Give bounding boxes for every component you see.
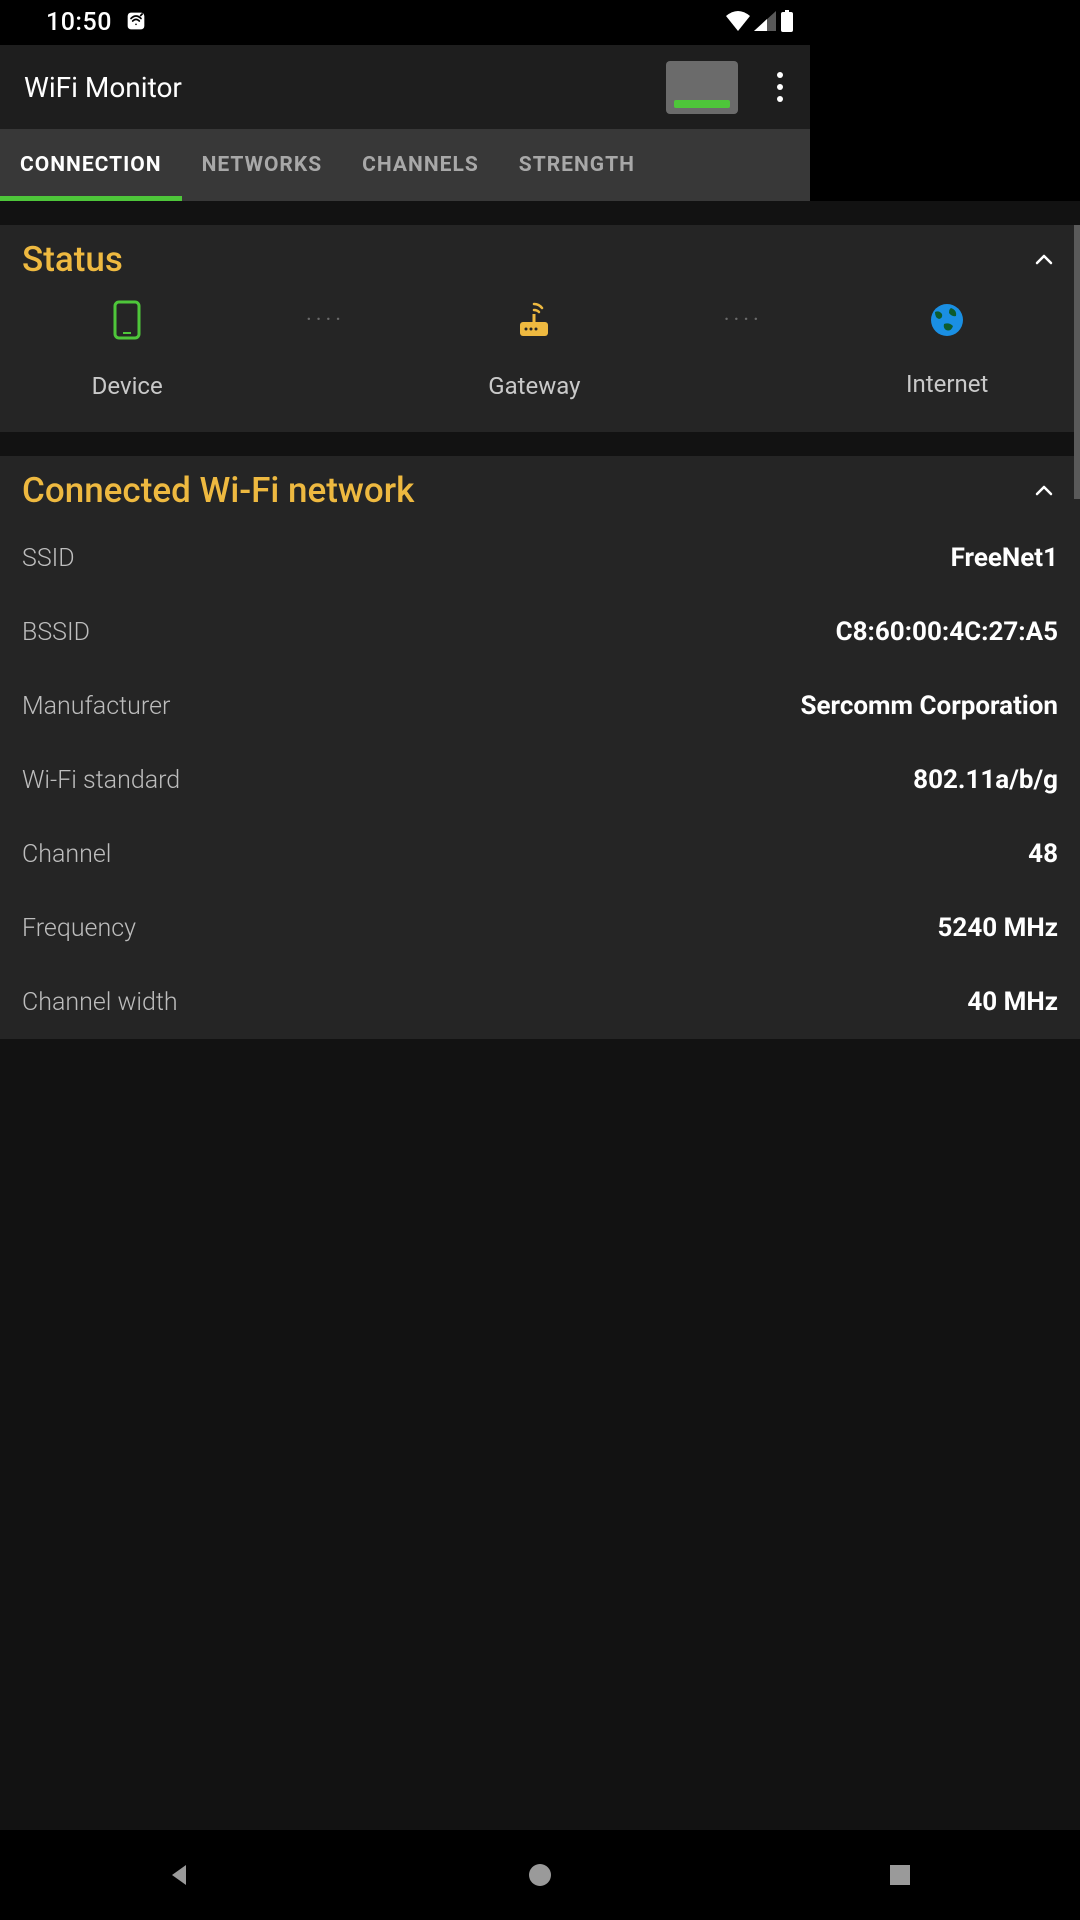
network-card: Connected Wi-Fi network SSIDFreeNet1 BSS…	[0, 456, 1080, 1039]
row-manufacturer[interactable]: ManufacturerSercomm Corporation	[0, 669, 1080, 743]
network-title: Connected Wi-Fi network	[22, 470, 414, 511]
battery-icon	[780, 10, 794, 36]
statusbar-time: 10:50	[46, 8, 112, 37]
globe-icon	[929, 302, 965, 342]
status-card-header[interactable]: Status	[0, 225, 1080, 290]
connector-dots: ····	[724, 308, 763, 333]
content-scroll[interactable]: Status Device ···· Gateway ···· Internet	[0, 201, 1080, 1830]
row-wifi-standard[interactable]: Wi-Fi standard802.11a/b/g	[0, 743, 1080, 817]
tab-strength[interactable]: STRENGTH	[499, 129, 655, 201]
nav-home-button[interactable]	[480, 1845, 600, 1905]
wifi-app-icon	[126, 11, 146, 35]
scrollbar[interactable]	[1074, 225, 1080, 499]
cellular-icon	[754, 11, 776, 35]
status-device: Device	[92, 300, 163, 400]
row-bssid[interactable]: BSSIDC8:60:00:4C:27:A5	[0, 595, 1080, 669]
connector-dots: ····	[306, 308, 345, 333]
nav-recent-button[interactable]	[840, 1845, 960, 1905]
row-ssid[interactable]: SSIDFreeNet1	[0, 521, 1080, 595]
tab-connection[interactable]: CONNECTION	[0, 129, 182, 201]
chevron-up-icon	[1030, 246, 1058, 274]
status-internet: Internet	[906, 302, 988, 398]
more-menu-button[interactable]	[762, 69, 798, 105]
row-frequency[interactable]: Frequency5240 MHz	[0, 891, 1080, 965]
row-channel[interactable]: Channel48	[0, 817, 1080, 891]
tab-networks[interactable]: NETWORKS	[182, 129, 343, 201]
android-navbar	[0, 1830, 1080, 1920]
app-title: WiFi Monitor	[24, 71, 666, 104]
status-gateway: Gateway	[488, 300, 580, 400]
chevron-up-icon	[1030, 477, 1058, 505]
router-icon	[514, 300, 554, 344]
tab-channels[interactable]: CHANNELS	[342, 129, 499, 201]
android-statusbar: 10:50	[0, 0, 810, 45]
chart-button[interactable]	[666, 61, 738, 114]
network-card-header[interactable]: Connected Wi-Fi network	[0, 456, 1080, 521]
status-card: Status Device ···· Gateway ···· Internet	[0, 225, 1080, 432]
wifi-icon	[726, 11, 750, 35]
phone-icon	[113, 300, 141, 344]
status-title: Status	[22, 239, 123, 280]
nav-back-button[interactable]	[120, 1845, 240, 1905]
tab-bar: CONNECTION NETWORKS CHANNELS STRENGTH	[0, 129, 810, 201]
app-header: WiFi Monitor	[0, 45, 810, 129]
row-channel-width[interactable]: Channel width40 MHz	[0, 965, 1080, 1039]
